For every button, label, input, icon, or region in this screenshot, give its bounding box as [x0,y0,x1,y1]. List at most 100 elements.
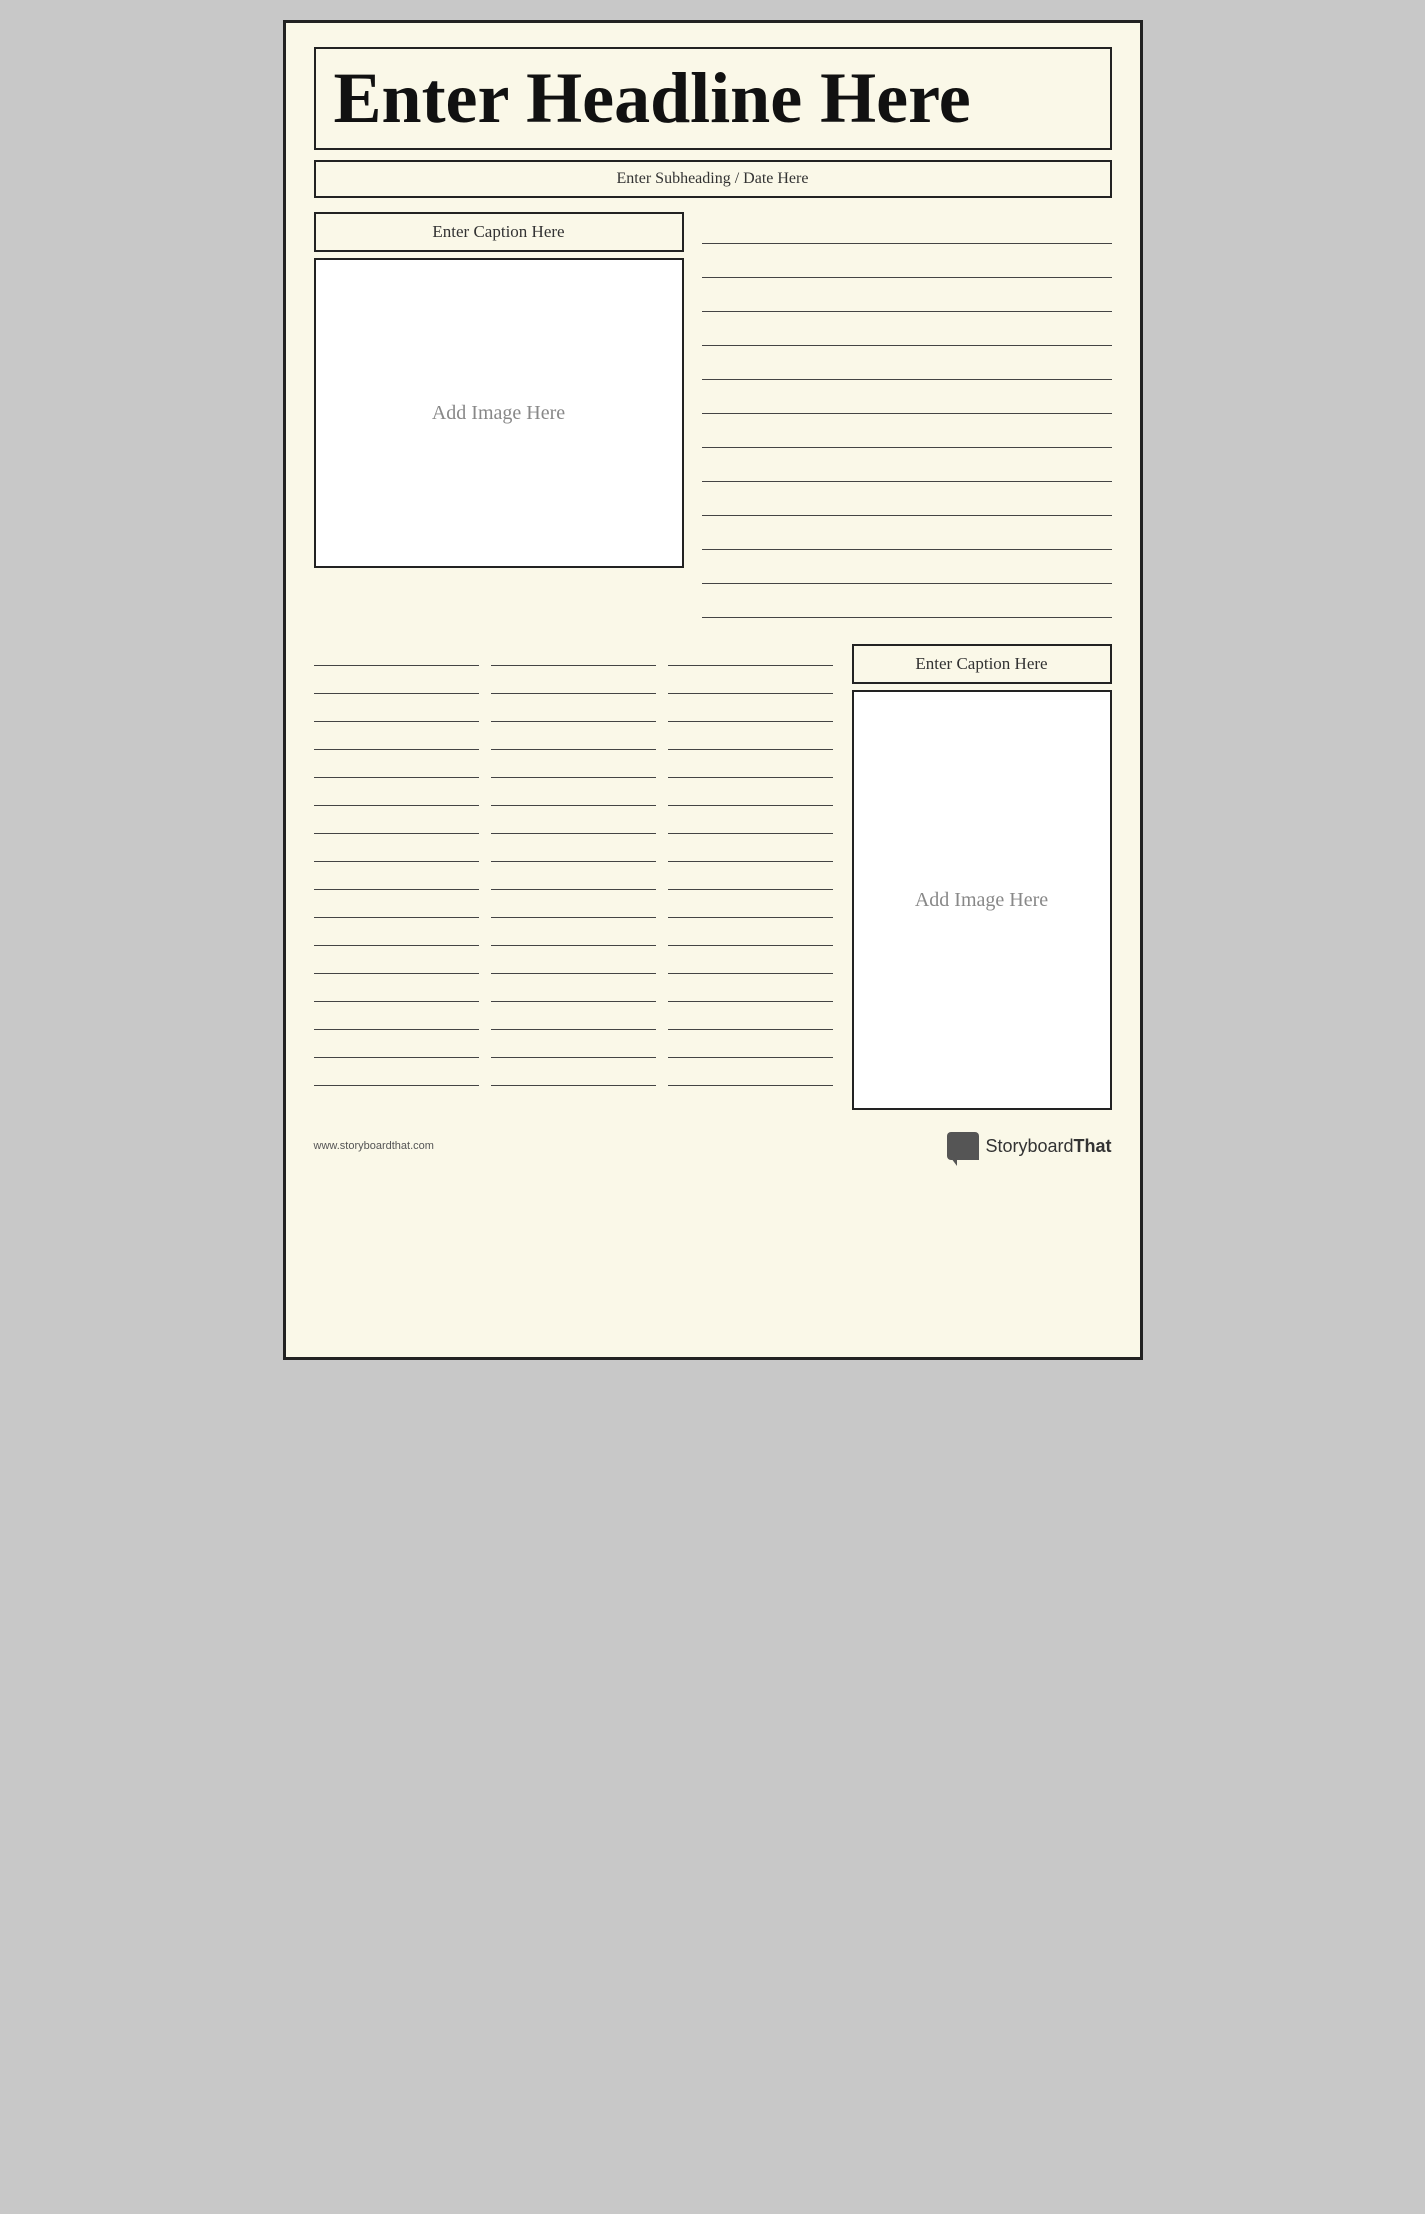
text-line [702,216,1112,244]
col-line [491,1036,656,1058]
brand-text: StoryboardThat [985,1136,1111,1157]
col-line [491,896,656,918]
col-line [668,868,833,890]
col-line [491,812,656,834]
storyboardthat-icon [947,1132,979,1160]
three-col-row [314,700,834,722]
col-line [668,1064,833,1086]
col-line [314,756,479,778]
text-line [702,352,1112,380]
col-line [314,840,479,862]
col-line [668,980,833,1002]
col-line [491,756,656,778]
col-line [491,672,656,694]
col-line [314,896,479,918]
bottom-image-box[interactable]: Add Image Here [852,690,1112,1110]
top-left-column: Enter Caption Here Add Image Here [314,212,684,624]
text-line [702,556,1112,584]
col-line [491,868,656,890]
three-col-row [314,1008,834,1030]
col-line [668,1008,833,1030]
newspaper-template: Enter Headline Here Enter Subheading / D… [283,20,1143,1360]
col-line [491,1064,656,1086]
subheading-box[interactable]: Enter Subheading / Date Here [314,160,1112,198]
bottom-image-placeholder: Add Image Here [915,889,1048,912]
col-line [668,924,833,946]
col-line [668,728,833,750]
three-col-row [314,952,834,974]
brand-area: StoryboardThat [947,1132,1111,1160]
top-caption-text: Enter Caption Here [432,222,564,241]
col-line [491,952,656,974]
col-line [314,784,479,806]
col-line [314,868,479,890]
top-section: Enter Caption Here Add Image Here [314,212,1112,624]
footer: www.storyboardthat.com StoryboardThat [314,1128,1112,1160]
col-line [314,700,479,722]
col-line [314,952,479,974]
three-col-row [314,1036,834,1058]
headline-text: Enter Headline Here [334,59,1092,138]
col-line [491,644,656,666]
col-line [314,924,479,946]
col-line [491,700,656,722]
col-line [314,980,479,1002]
bottom-section: Enter Caption Here Add Image Here [314,644,1112,1110]
col-line [314,1036,479,1058]
three-col-row [314,812,834,834]
text-line [702,284,1112,312]
col-line [314,1008,479,1030]
bottom-caption-box[interactable]: Enter Caption Here [852,644,1112,684]
col-line [314,644,479,666]
col-line [314,728,479,750]
top-right-column [702,212,1112,624]
col-line [491,980,656,1002]
text-line [702,250,1112,278]
text-line [702,386,1112,414]
col-line [668,812,833,834]
col-line [668,700,833,722]
top-image-box[interactable]: Add Image Here [314,258,684,568]
headline-box[interactable]: Enter Headline Here [314,47,1112,150]
text-line [702,454,1112,482]
top-image-placeholder: Add Image Here [432,402,565,425]
text-line [702,318,1112,346]
bottom-right-column: Enter Caption Here Add Image Here [852,644,1112,1110]
three-col-row [314,644,834,666]
brand-bold: That [1074,1136,1112,1156]
col-line [668,784,833,806]
bottom-caption-text: Enter Caption Here [915,654,1047,673]
brand-normal: Storyboard [985,1136,1073,1156]
three-col-row [314,756,834,778]
col-line [668,1036,833,1058]
text-line [702,488,1112,516]
three-col-lines [314,644,834,1086]
col-line [491,840,656,862]
three-col-row [314,728,834,750]
three-col-row [314,672,834,694]
three-col-row [314,924,834,946]
text-line [702,590,1112,618]
text-line [702,420,1112,448]
col-line [668,896,833,918]
col-line [668,952,833,974]
col-line [314,1064,479,1086]
col-line [668,840,833,862]
three-col-row [314,1064,834,1086]
bottom-left-column [314,644,834,1110]
three-col-row [314,980,834,1002]
three-col-row [314,784,834,806]
subheading-text: Enter Subheading / Date Here [617,170,809,187]
top-caption-box[interactable]: Enter Caption Here [314,212,684,252]
col-line [491,1008,656,1030]
col-line [314,812,479,834]
three-col-row [314,840,834,862]
col-line [668,644,833,666]
col-line [491,924,656,946]
footer-url: www.storyboardthat.com [314,1140,434,1152]
col-line [491,784,656,806]
col-line [491,728,656,750]
text-line [702,522,1112,550]
col-line [668,756,833,778]
col-line [314,672,479,694]
